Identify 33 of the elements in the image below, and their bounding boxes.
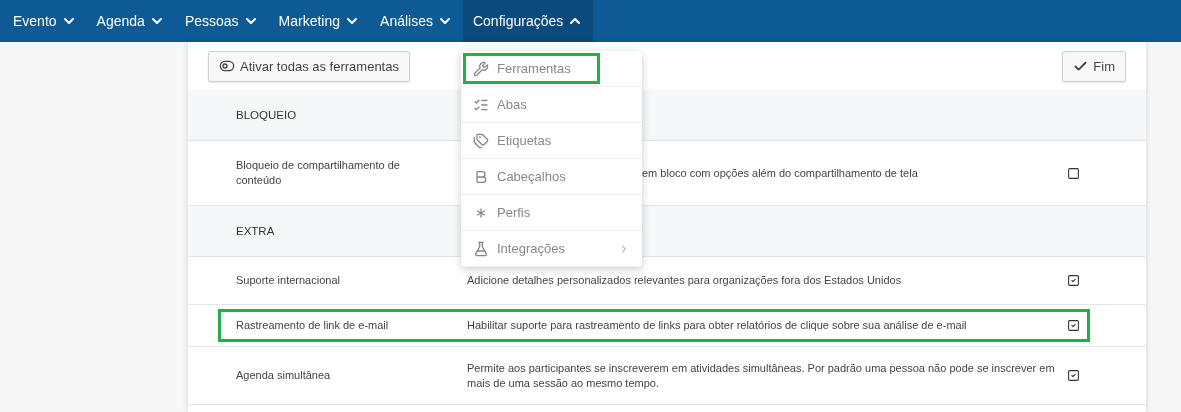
done-button[interactable]: Fim [1062, 50, 1126, 82]
section-title: EXTRA [236, 225, 275, 237]
menu-item[interactable]: Etiquetas [461, 123, 642, 159]
nav-menu-item[interactable]: Análises [370, 0, 463, 42]
flask-icon [473, 240, 489, 257]
setting-description: Permite aos participantes se inscreverem em atividades simultâneas. Por padrão uma pessoa não pode se inscrever em mais de uma sessão ao mesmo tempo. [467, 360, 1056, 391]
menu-item[interactable]: Perfis [461, 195, 642, 231]
checkbox[interactable] [1067, 166, 1080, 180]
menu-item[interactable]: Ferramentas [461, 51, 642, 87]
toggle-icon [219, 58, 235, 74]
setting-name: Agenda simultânea [235, 368, 332, 383]
nav-menu-item[interactable]: Pessoas [174, 0, 269, 42]
toggle-all-button[interactable]: Ativar todas as ferramentas [208, 50, 410, 82]
checkbox[interactable] [1067, 369, 1080, 382]
setting-name: Rastreamento de link de e-mail [235, 318, 390, 333]
nav-menu-item[interactable]: Agenda [86, 0, 175, 42]
menu-item[interactable]: Integrações [461, 231, 642, 267]
checkbox[interactable] [1067, 319, 1080, 332]
setting-name: Bloqueio de compartilhamento de conteúdo [235, 158, 401, 188]
wrench-icon [473, 60, 489, 77]
nav-menu-item[interactable]: Marketing [268, 0, 371, 42]
setting-name: Suporte internacional [235, 273, 341, 288]
checkbox[interactable] [1067, 274, 1080, 287]
nav-menu-item[interactable]: Evento [3, 0, 87, 42]
setting-description: Habilitar suporte para rastreamento de links para obter relatórios de clique sobre sua análise de e-mail [467, 318, 968, 333]
menu-item[interactable]: Abas [461, 87, 642, 123]
tags-icon [473, 132, 489, 149]
section-title: BLOQUEIO [236, 109, 297, 121]
bold-icon [473, 168, 489, 185]
nav-menu-item[interactable]: Configurações [462, 0, 594, 42]
menu-item[interactable]: Cabeçalhos [461, 159, 642, 195]
setting-description: Adicione detalhes personalizados relevantes para organizações fora dos Estados Unidos [467, 273, 903, 288]
setting-description: em bloco com opções além do compartilhamento de tela [642, 165, 919, 181]
